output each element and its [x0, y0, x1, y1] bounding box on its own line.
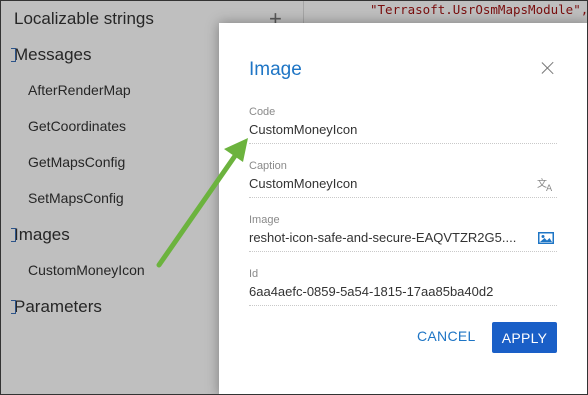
- caption-label: Caption: [249, 160, 287, 172]
- caption-field[interactable]: Caption CustomMoneyIcon 文 A: [249, 160, 557, 198]
- id-label: Id: [249, 268, 259, 280]
- id-value: 6aa4aefc-0859-5a54-1815-17aa85ba40d2: [249, 284, 494, 299]
- image-label: Image: [249, 214, 280, 226]
- code-label: Code: [249, 106, 276, 118]
- id-field[interactable]: Id 6aa4aefc-0859-5a54-1815-17aa85ba40d2: [249, 268, 557, 306]
- image-icon[interactable]: [537, 230, 555, 246]
- svg-text:A: A: [546, 184, 553, 192]
- image-field[interactable]: Image reshot-icon-safe-and-secure-EAQVTZ…: [249, 214, 557, 252]
- translate-icon[interactable]: 文 A: [537, 176, 555, 192]
- close-icon[interactable]: [539, 59, 557, 77]
- apply-button[interactable]: APPLY: [492, 322, 557, 353]
- image-value: reshot-icon-safe-and-secure-EAQVTZR2G5..…: [249, 230, 517, 245]
- code-value: CustomMoneyIcon: [249, 122, 358, 137]
- caption-value: CustomMoneyIcon: [249, 176, 358, 191]
- window-frame: Localizable strings + Messages AfterRend…: [0, 0, 588, 395]
- image-dialog: Image Code CustomMoneyIcon Caption Custo…: [219, 23, 587, 394]
- cancel-button[interactable]: CANCEL: [417, 328, 476, 344]
- dialog-title: Image: [249, 59, 302, 80]
- code-field[interactable]: Code CustomMoneyIcon: [249, 106, 557, 144]
